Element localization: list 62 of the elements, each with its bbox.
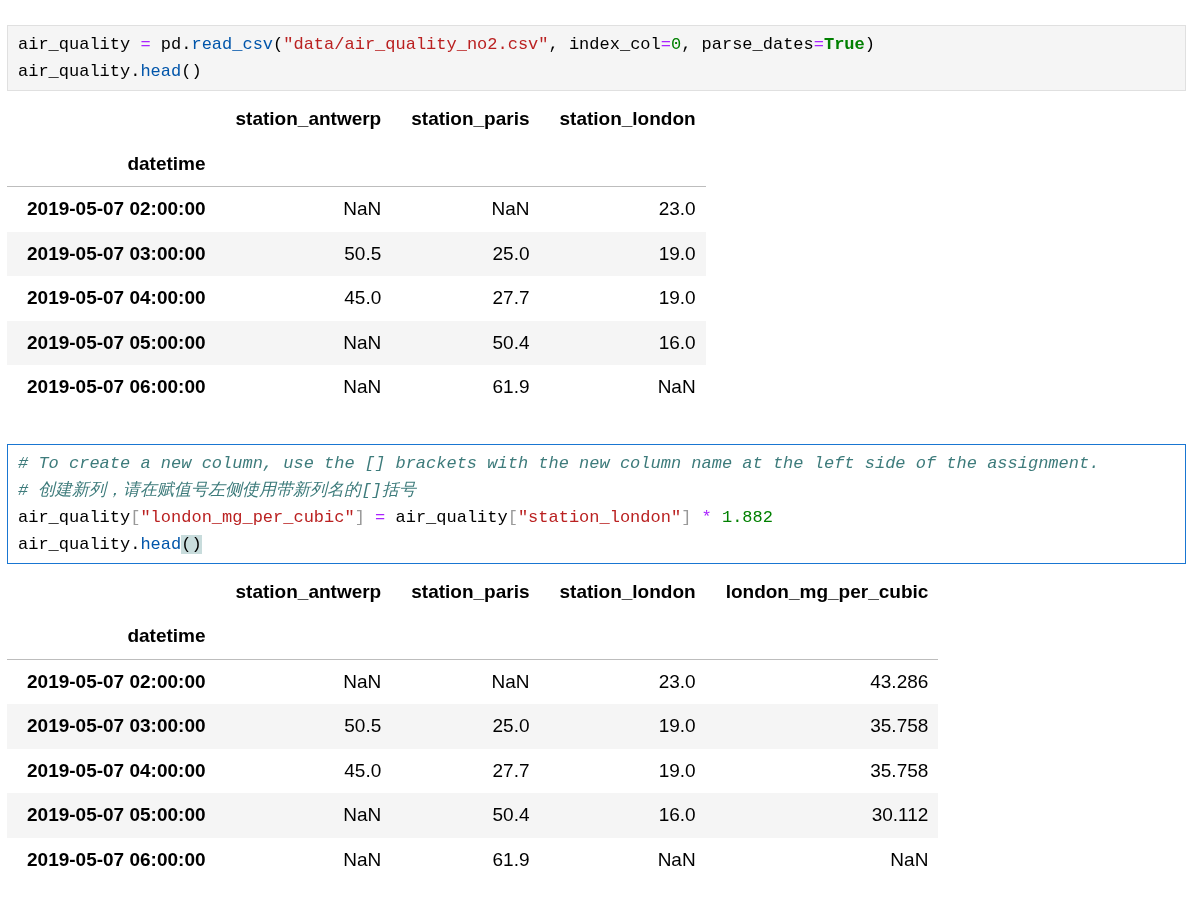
table-cell: 27.7 <box>391 276 540 321</box>
row-index: 2019-05-07 04:00:00 <box>7 276 216 321</box>
table-cell: NaN <box>215 793 392 838</box>
code-line: # 创建新列，请在赋值号左侧使用带新列名的[]括号 <box>18 479 418 502</box>
row-index: 2019-05-07 02:00:00 <box>7 186 216 232</box>
table-cell: 16.0 <box>539 793 706 838</box>
table-cell: NaN <box>705 837 939 882</box>
code-line: air_quality.head() <box>18 61 203 83</box>
table-cell: NaN <box>539 365 706 410</box>
table-cell: 30.112 <box>705 793 939 838</box>
row-index: 2019-05-07 03:00:00 <box>7 704 216 749</box>
code-line: # To create a new column, use the [] brackets with the new column name at the left side of the assignment. <box>18 452 1101 475</box>
code-cell[interactable] <box>7 443 1186 564</box>
table-cell: 61.9 <box>391 365 540 410</box>
table-cell: NaN <box>215 659 392 704</box>
table-cell: 19.0 <box>539 704 706 749</box>
table-cell: NaN <box>215 186 392 232</box>
table-cell: 16.0 <box>539 320 706 365</box>
row-index: 2019-05-07 06:00:00 <box>7 365 216 410</box>
table-cell: 50.5 <box>215 231 392 276</box>
code-line: air_quality.head() <box>18 533 203 556</box>
table-cell: 35.758 <box>705 748 939 793</box>
table-cell: 19.0 <box>539 276 706 321</box>
row-index: 2019-05-07 02:00:00 <box>7 659 216 704</box>
table-cell: 23.0 <box>539 186 706 232</box>
table-cell: NaN <box>539 837 706 882</box>
table-cell: 61.9 <box>391 837 540 882</box>
column-header: london_mg_per_cubic <box>724 579 930 604</box>
row-index: 2019-05-07 06:00:00 <box>7 837 216 882</box>
column-header: station_london <box>558 107 697 132</box>
table-cell: 19.0 <box>539 231 706 276</box>
table-cell: 45.0 <box>215 276 392 321</box>
table-cell: 50.4 <box>391 320 540 365</box>
table-cell: 45.0 <box>215 748 392 793</box>
row-index: 2019-05-07 03:00:00 <box>7 231 216 276</box>
table-cell: NaN <box>215 365 392 410</box>
table-cell: 35.758 <box>705 704 939 749</box>
table-cell: 25.0 <box>391 704 540 749</box>
table-cell: 43.286 <box>705 659 939 704</box>
column-header: station_paris <box>410 579 531 604</box>
table-cell: 23.0 <box>539 659 706 704</box>
row-index: 2019-05-07 05:00:00 <box>7 793 216 838</box>
code-cell[interactable]: air_quality = pd.read_csv("data/air_quality_no2.csv", index_col=0, parse_dates=True) air_quality.head() <box>7 25 1186 91</box>
column-header: station_london <box>558 579 697 604</box>
index-name: datetime <box>7 614 216 659</box>
table-cell: NaN <box>215 320 392 365</box>
column-header: station_antwerp <box>234 579 383 604</box>
row-index: 2019-05-07 04:00:00 <box>7 748 216 793</box>
table-cell: 50.5 <box>215 704 392 749</box>
table-cell: 50.4 <box>391 793 540 838</box>
table-cell: 19.0 <box>539 748 706 793</box>
column-header: station_paris <box>410 107 531 132</box>
table-cell: 27.7 <box>391 748 540 793</box>
code-line: air_quality = pd.read_csv("data/air_quality_no2.csv", index_col=0, parse_dates=True) <box>18 34 876 56</box>
index-name: datetime <box>7 141 216 187</box>
code-line: air_quality["london_mg_per_cubic"] = air_quality["station_london"] * 1.882 <box>18 506 774 529</box>
table-cell: 25.0 <box>391 231 540 276</box>
table-cell: NaN <box>215 837 392 882</box>
table-cell: NaN <box>391 659 540 704</box>
column-header: station_antwerp <box>234 107 383 132</box>
row-index: 2019-05-07 05:00:00 <box>7 320 216 365</box>
table-cell: NaN <box>391 186 540 232</box>
